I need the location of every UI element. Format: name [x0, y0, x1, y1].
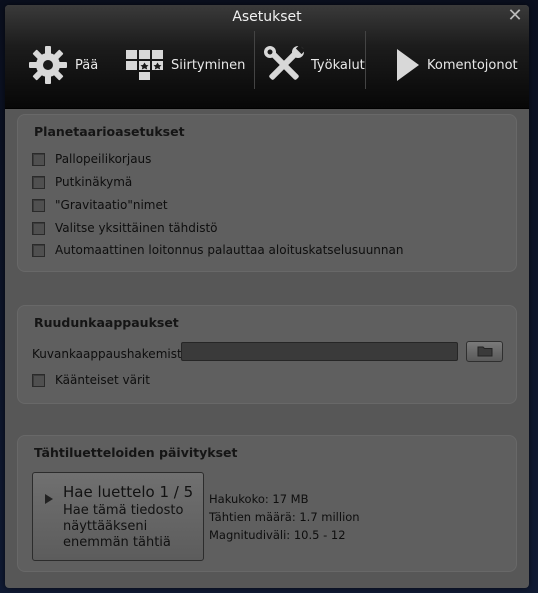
tab-navigation[interactable]: Siirtyminen — [125, 29, 245, 101]
checkbox[interactable] — [32, 221, 45, 235]
tab-main-label: Pää — [75, 57, 99, 73]
tab-navigation-label: Siirtyminen — [171, 57, 246, 73]
screenshot-dir-field[interactable] — [181, 342, 458, 361]
option-auto-zoom-reset[interactable]: Automaattinen loitonnus palauttaa aloitu… — [32, 243, 403, 257]
magnitude-range: Magnitudiväli: 10.5 - 12 — [209, 528, 346, 542]
checkbox[interactable] — [32, 152, 45, 166]
gear-icon — [27, 44, 69, 86]
group-title: Ruudunkaappaukset — [34, 315, 179, 330]
close-button[interactable]: ✕ — [507, 7, 523, 25]
tab-tools[interactable]: Työkalut — [263, 29, 365, 101]
option-label: Putkinäkymä — [55, 175, 133, 189]
tab-scripts[interactable]: Komentojonot — [395, 29, 518, 101]
screenshot-dir-label: Kuvankaappaushakemisto — [32, 347, 190, 361]
tab-main[interactable]: Pää — [27, 29, 98, 101]
dialog-header: Asetukset ✕ Pää Siirtyminen Työkalut Kom… — [5, 5, 529, 109]
browse-folder-button[interactable] — [466, 341, 503, 362]
option-label: Valitse yksittäinen tähdistö — [55, 221, 218, 235]
tools-icon — [263, 46, 305, 84]
navigation-grid-icon — [125, 49, 165, 81]
option-label: "Gravitaatio"nimet — [55, 198, 168, 212]
planetarium-settings-group: Planetaarioasetukset Pallopeilikorjaus P… — [17, 114, 517, 272]
option-gravity-labels[interactable]: "Gravitaatio"nimet — [32, 198, 168, 212]
checkbox[interactable] — [32, 175, 45, 189]
get-catalog-title: Hae luettelo 1 / 5 — [63, 483, 194, 501]
star-count: Tähtien määrä: 1.7 million — [209, 510, 360, 524]
star-catalog-updates-group: Tähtiluetteloiden päivitykset Hae luette… — [17, 435, 517, 572]
dialog-title: Asetukset — [232, 9, 302, 25]
tab-scripts-label: Komentojonot — [427, 57, 518, 73]
checkbox[interactable] — [32, 373, 45, 387]
folder-icon — [477, 342, 493, 361]
option-label: Käänteiset värit — [55, 373, 150, 387]
option-tube-view[interactable]: Putkinäkymä — [32, 175, 132, 189]
option-single-constellation[interactable]: Valitse yksittäinen tähdistö — [32, 221, 218, 235]
option-label: Automaattinen loitonnus palauttaa aloitu… — [55, 243, 404, 257]
tab-tools-label: Työkalut — [311, 57, 365, 73]
play-arrow-icon — [45, 489, 53, 508]
tab-separator — [254, 31, 255, 89]
group-title: Tähtiluetteloiden päivitykset — [34, 445, 238, 460]
checkbox[interactable] — [32, 243, 45, 257]
play-icon — [395, 47, 421, 83]
get-catalog-description: Hae tämä tiedosto näyttääkseni enemmän t… — [63, 503, 184, 550]
option-spherical-mirror[interactable]: Pallopeilikorjaus — [32, 152, 151, 166]
download-size: Hakukoko: 17 MB — [209, 492, 309, 506]
checkbox[interactable] — [32, 198, 45, 212]
option-invert-colors[interactable]: Käänteiset värit — [32, 373, 150, 387]
tab-separator — [365, 31, 366, 89]
screenshots-group: Ruudunkaappaukset Kuvankaappaushakemisto… — [17, 305, 517, 404]
settings-dialog: Asetukset ✕ Pää Siirtyminen Työkalut Kom… — [5, 5, 529, 588]
get-catalog-button[interactable]: Hae luettelo 1 / 5 Hae tämä tiedosto näy… — [32, 472, 204, 561]
group-title: Planetaarioasetukset — [34, 124, 185, 139]
option-label: Pallopeilikorjaus — [55, 152, 152, 166]
